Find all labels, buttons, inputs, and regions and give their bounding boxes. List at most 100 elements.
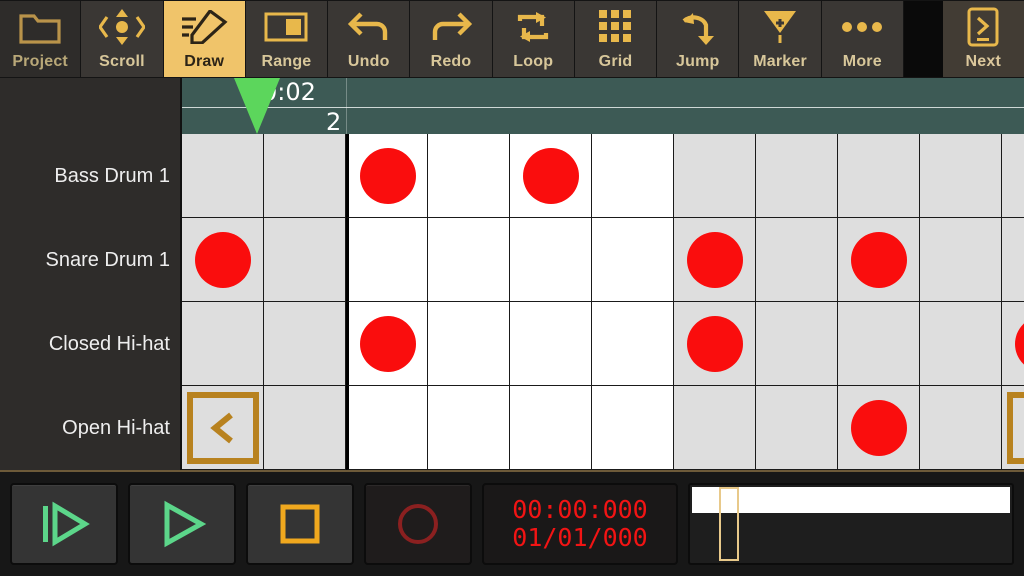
- go-to-start-play-button[interactable]: [10, 483, 118, 565]
- track-cells: [182, 134, 1024, 218]
- ruler-tick: [346, 78, 347, 134]
- toolbar-button-label: Project: [12, 53, 68, 70]
- grid-cell[interactable]: [1002, 302, 1024, 386]
- grid-cell[interactable]: [346, 386, 428, 470]
- record-icon: [395, 501, 441, 547]
- track-row: Bass Drum 1: [0, 134, 1024, 218]
- jump-icon: [657, 1, 738, 53]
- grid-cell[interactable]: [428, 386, 510, 470]
- grid-cell[interactable]: [674, 302, 756, 386]
- toolbar-button-scroll[interactable]: Scroll: [81, 1, 163, 77]
- grid-cell[interactable]: [264, 302, 346, 386]
- timeline-ruler[interactable]: 0:02 2: [182, 78, 1024, 134]
- scroll-prev-button[interactable]: [186, 391, 259, 464]
- stop-button[interactable]: [246, 483, 354, 565]
- grid-cell[interactable]: [510, 218, 592, 302]
- note-dot[interactable]: [850, 399, 907, 456]
- note-dot[interactable]: [522, 147, 579, 204]
- grid-cell[interactable]: [838, 386, 920, 470]
- note-dot[interactable]: [194, 231, 251, 288]
- grid-cell[interactable]: [264, 386, 346, 470]
- grid-cell[interactable]: [346, 302, 428, 386]
- grid-cell[interactable]: [592, 134, 674, 218]
- track-label-open-hi-hat[interactable]: Open Hi-hat: [0, 386, 180, 470]
- toolbar-button-loop[interactable]: Loop: [492, 1, 574, 77]
- note-dot[interactable]: [850, 231, 907, 288]
- track-row: Snare Drum 1: [0, 218, 1024, 302]
- note-dot[interactable]: [686, 315, 743, 372]
- overview-minimap[interactable]: [688, 483, 1014, 565]
- track-label-snare-drum-1[interactable]: Snare Drum 1: [0, 218, 180, 302]
- minimap-viewport-handle[interactable]: [719, 487, 739, 561]
- grid-cell[interactable]: [756, 218, 838, 302]
- toolbar-button-range[interactable]: Range: [245, 1, 328, 77]
- grid-cell[interactable]: [838, 134, 920, 218]
- grid-cell[interactable]: [674, 134, 756, 218]
- ruler-time-row: 0:02: [182, 78, 1024, 108]
- toolbar-button-label: Redo: [430, 53, 472, 70]
- grid-cell[interactable]: [592, 218, 674, 302]
- toolbar-button-marker[interactable]: Marker: [739, 1, 821, 77]
- play-button[interactable]: [128, 483, 236, 565]
- grid-cell[interactable]: [182, 218, 264, 302]
- ruler-bar-label: 2: [326, 108, 342, 134]
- grid-cell[interactable]: [920, 302, 1002, 386]
- scroll-next-button[interactable]: [1006, 391, 1024, 464]
- toolbar-button-project[interactable]: Project: [0, 1, 81, 77]
- marker-icon: [739, 1, 820, 53]
- track-label-closed-hi-hat[interactable]: Closed Hi-hat: [0, 302, 180, 386]
- toolbar-button-jump[interactable]: Jump: [657, 1, 739, 77]
- grid-cell[interactable]: [756, 134, 838, 218]
- grid-cell[interactable]: [674, 386, 756, 470]
- record-button[interactable]: [364, 483, 472, 565]
- track-row: Open Hi-hat: [0, 386, 1024, 470]
- transport-bar: 00:00:000 01/01/000: [0, 470, 1024, 576]
- note-dot[interactable]: [1014, 315, 1024, 372]
- grid-cell[interactable]: [674, 218, 756, 302]
- toolbar-button-grid[interactable]: Grid: [574, 1, 657, 77]
- grid-cell[interactable]: [1002, 218, 1024, 302]
- toolbar-button-label: Range: [261, 53, 312, 70]
- timecode-display[interactable]: 00:00:000 01/01/000: [482, 483, 678, 565]
- grid-cell[interactable]: [510, 386, 592, 470]
- toolbar-button-undo[interactable]: Undo: [328, 1, 410, 77]
- grid-cell[interactable]: [838, 218, 920, 302]
- grid-cell[interactable]: [346, 218, 428, 302]
- grid-cell[interactable]: [428, 134, 510, 218]
- grid-cell[interactable]: [1002, 386, 1024, 470]
- grid-cell[interactable]: [756, 386, 838, 470]
- grid-cell[interactable]: [182, 302, 264, 386]
- grid-cell[interactable]: [592, 386, 674, 470]
- grid-cell[interactable]: [756, 302, 838, 386]
- note-dot[interactable]: [686, 231, 743, 288]
- grid-cell[interactable]: [920, 134, 1002, 218]
- grid-cell[interactable]: [592, 302, 674, 386]
- toolbar-button-label: Undo: [347, 53, 390, 70]
- grid-cell[interactable]: [346, 134, 428, 218]
- toolbar-button-more[interactable]: More: [821, 1, 903, 77]
- grid-cell[interactable]: [510, 134, 592, 218]
- note-dot[interactable]: [360, 315, 416, 372]
- note-dot[interactable]: [360, 147, 416, 204]
- track-label-bass-drum-1[interactable]: Bass Drum 1: [0, 134, 180, 218]
- grid-cell[interactable]: [264, 218, 346, 302]
- grid-cell[interactable]: [182, 386, 264, 470]
- grid-cell[interactable]: [920, 218, 1002, 302]
- toolbar-button-draw[interactable]: Draw: [163, 1, 245, 77]
- grid-left-border: [180, 134, 182, 470]
- pencil-icon: [164, 1, 245, 53]
- undo-icon: [328, 1, 409, 53]
- toolbar-button-label: Grid: [598, 53, 633, 70]
- toolbar-button-redo[interactable]: Redo: [410, 1, 492, 77]
- grid-cell[interactable]: [182, 134, 264, 218]
- grid-cell[interactable]: [510, 302, 592, 386]
- sequencer-grid[interactable]: Bass Drum 1 Snare Drum 1 Closed Hi-hat Open…: [0, 134, 1024, 470]
- toolbar-button-next[interactable]: Next: [942, 1, 1024, 77]
- grid-cell[interactable]: [428, 218, 510, 302]
- grid-cell[interactable]: [264, 134, 346, 218]
- grid-cell[interactable]: [1002, 134, 1024, 218]
- grid-cell[interactable]: [838, 302, 920, 386]
- grid-cell[interactable]: [428, 302, 510, 386]
- ruler-time-label: 0:02: [262, 78, 316, 106]
- grid-cell[interactable]: [920, 386, 1002, 470]
